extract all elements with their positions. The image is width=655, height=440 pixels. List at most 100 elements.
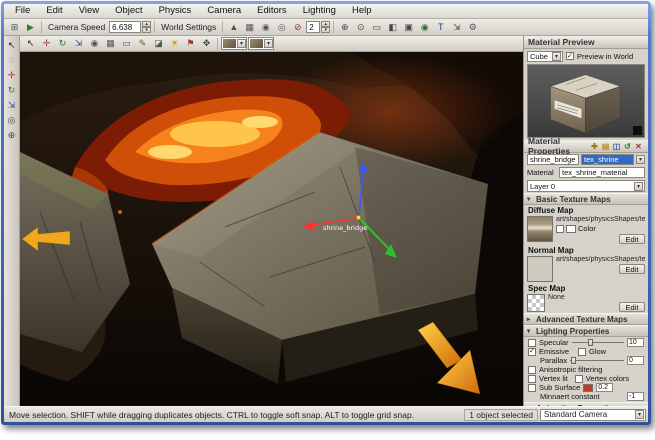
snap-terrain-icon[interactable]: ▲ xyxy=(226,20,241,34)
material-tex-field[interactable]: tex_shrine xyxy=(581,154,634,165)
parallax-slider[interactable] xyxy=(570,356,624,365)
menu-item[interactable]: Editors xyxy=(249,4,295,18)
color-swatch[interactable] xyxy=(566,224,576,233)
scale-tool-icon[interactable]: ⇲ xyxy=(71,37,86,51)
reload-material-icon[interactable]: ↺ xyxy=(622,141,633,152)
new-material-icon[interactable]: ✚ xyxy=(589,141,600,152)
viewport-material-combo-2[interactable] xyxy=(248,37,274,50)
camera-select[interactable]: Standard Camera xyxy=(540,408,646,421)
select-tool-icon[interactable]: ↖ xyxy=(23,37,38,51)
normal-thumbnail[interactable] xyxy=(527,256,553,282)
render-mode-icon[interactable]: ◧ xyxy=(385,20,400,34)
menu-item[interactable]: Object xyxy=(107,4,150,18)
normal-edit-button[interactable]: Edit xyxy=(619,264,645,274)
vertex-colors-checkbox[interactable] xyxy=(574,374,583,383)
sun-tool-icon[interactable]: ☀ xyxy=(167,37,182,51)
viewport-material-combo-1[interactable] xyxy=(221,37,247,50)
camera-speed-spinner[interactable] xyxy=(142,21,152,33)
arrow-select-icon[interactable]: ↖ xyxy=(5,38,19,52)
lasso-icon[interactable]: ◌ xyxy=(5,53,19,67)
snap-size-field[interactable]: 2 xyxy=(306,21,321,33)
menu-item[interactable]: Lighting xyxy=(295,4,344,18)
snap-tool-icon[interactable]: ◉ xyxy=(87,37,102,51)
material-name-field[interactable]: shrine_bridge xyxy=(527,154,579,165)
diffuse-thumbnail[interactable] xyxy=(527,216,553,242)
measure-tool-icon[interactable]: ▭ xyxy=(119,37,134,51)
3d-viewport[interactable]: shrine_bridge xyxy=(20,52,523,406)
chevron-down-icon[interactable] xyxy=(237,39,246,48)
visibility-icon[interactable]: ◉ xyxy=(417,20,432,34)
move-tool-icon[interactable]: ✛ xyxy=(39,37,54,51)
sub-surface-color-swatch[interactable] xyxy=(583,383,594,392)
material-preview-canvas[interactable] xyxy=(527,64,645,138)
menu-item[interactable]: Camera xyxy=(199,4,249,18)
menu-item[interactable]: View xyxy=(71,4,107,18)
world-axis-icon[interactable]: ⊕ xyxy=(337,20,352,34)
spec-thumbnail[interactable] xyxy=(527,294,545,312)
orbit-camera-icon[interactable]: ◎ xyxy=(5,113,19,127)
vertex-lit-checkbox[interactable] xyxy=(528,374,536,383)
color-checkbox[interactable] xyxy=(556,224,564,233)
settings-gear-icon[interactable]: ⚙ xyxy=(465,20,480,34)
rollout-advanced-texture-maps[interactable]: Advanced Texture Maps xyxy=(524,313,648,325)
save-material-icon[interactable]: ◫ xyxy=(611,141,622,152)
toolbar-separator xyxy=(154,21,156,33)
rotate-icon[interactable]: ↻ xyxy=(5,83,19,97)
spec-edit-button[interactable]: Edit xyxy=(619,302,645,312)
fit-view-icon[interactable]: ⇲ xyxy=(449,20,464,34)
layer-select[interactable]: Layer 0 xyxy=(527,180,645,192)
move-icon[interactable]: ✛ xyxy=(5,68,19,82)
grid-tool-icon[interactable]: ▦ xyxy=(103,37,118,51)
eraser-tool-icon[interactable]: ◪ xyxy=(151,37,166,51)
editors-grid-icon[interactable]: ⊞ xyxy=(7,20,22,34)
glow-checkbox[interactable] xyxy=(578,347,587,356)
chevron-down-icon[interactable] xyxy=(635,410,644,419)
camera-speed-field[interactable]: 6.638 xyxy=(109,21,142,33)
parallax-label: Parallax xyxy=(540,356,568,365)
zoom-icon[interactable]: ⊕ xyxy=(5,128,19,142)
pan-tool-icon[interactable]: ✥ xyxy=(199,37,214,51)
play-icon[interactable]: ▶ xyxy=(23,20,38,34)
bounding-box-icon[interactable]: ▭ xyxy=(369,20,384,34)
menu-item[interactable]: Help xyxy=(344,4,380,18)
snap-size-spinner[interactable] xyxy=(321,21,331,33)
snap-object-icon[interactable]: ◉ xyxy=(258,20,273,34)
emissive-checkbox[interactable] xyxy=(528,347,536,356)
snap-grid-icon[interactable]: ▦ xyxy=(242,20,257,34)
world-settings-button[interactable]: World Settings xyxy=(161,22,216,32)
open-material-icon[interactable]: ▤ xyxy=(600,141,611,152)
rollout-lighting-properties[interactable]: Lighting Properties xyxy=(524,325,648,337)
diffuse-edit-button[interactable]: Edit xyxy=(619,234,645,244)
minnaert-value-field[interactable]: -1 xyxy=(627,392,644,401)
menu-item[interactable]: Edit xyxy=(38,4,70,18)
specular-value-field[interactable]: 10 xyxy=(627,338,644,347)
gizmo-center-handle[interactable] xyxy=(356,215,361,220)
flag-tool-icon[interactable]: ⚑ xyxy=(183,37,198,51)
material-field[interactable]: tex_shrine_material xyxy=(559,167,645,178)
snap-soft-icon[interactable]: ◎ xyxy=(274,20,289,34)
preview-in-world-checkbox[interactable] xyxy=(566,52,574,60)
chevron-down-icon[interactable] xyxy=(264,39,273,48)
text-tool-icon[interactable]: T xyxy=(433,20,448,34)
rollout-basic-texture-maps[interactable]: Basic Texture Maps xyxy=(524,193,648,205)
scale-icon[interactable]: ⇲ xyxy=(5,98,19,112)
paint-tool-icon[interactable]: ✎ xyxy=(135,37,150,51)
chevron-down-icon[interactable] xyxy=(636,155,645,164)
sub-surface-checkbox[interactable] xyxy=(528,383,536,392)
chevron-down-icon[interactable] xyxy=(634,181,643,191)
delete-material-icon[interactable]: ✕ xyxy=(633,141,644,152)
chevron-down-icon xyxy=(527,195,533,203)
rotate-tool-icon[interactable]: ↻ xyxy=(55,37,70,51)
parallax-value-field[interactable]: 0 xyxy=(627,356,644,365)
anisotropic-checkbox[interactable] xyxy=(528,365,536,374)
snap-none-icon[interactable]: ⊘ xyxy=(290,20,305,34)
preview-shape-value: Cube xyxy=(530,51,548,61)
menu-item[interactable]: Physics xyxy=(151,4,200,18)
sub-surface-value-field[interactable]: 0.2 xyxy=(596,383,614,392)
specular-slider[interactable] xyxy=(571,338,625,347)
chevron-down-icon[interactable] xyxy=(552,51,561,61)
preview-shape-select[interactable]: Cube xyxy=(527,50,563,62)
local-axis-icon[interactable]: ⊙ xyxy=(353,20,368,34)
camera-view-icon[interactable]: ▣ xyxy=(401,20,416,34)
menu-item[interactable]: File xyxy=(7,4,38,18)
